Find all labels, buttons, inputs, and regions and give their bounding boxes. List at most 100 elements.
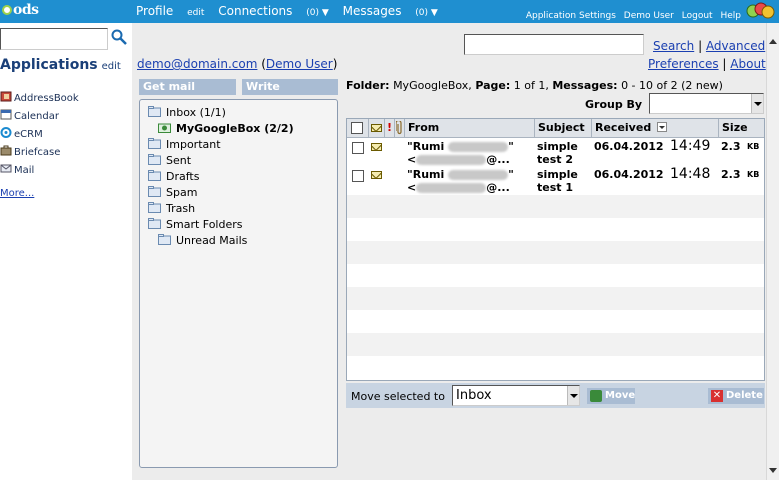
nav-profile[interactable]: Profile edit	[136, 4, 204, 18]
empty-row	[347, 218, 764, 241]
message-time: 14:48	[670, 166, 711, 182]
app-addressbook[interactable]: AddressBook	[0, 91, 79, 104]
addressbook-icon	[0, 91, 12, 102]
mail-search-input[interactable]	[464, 34, 644, 55]
priority-header[interactable]: !	[385, 119, 395, 138]
folder-mygooglebox[interactable]: MyGoogleBox (2/2)	[158, 122, 294, 135]
sort-desc-icon[interactable]	[657, 122, 668, 132]
folder-icon	[148, 186, 161, 197]
folder-drafts[interactable]: Drafts	[148, 170, 199, 183]
empty-row	[347, 333, 764, 356]
applications-edit-link[interactable]: edit	[102, 61, 121, 72]
app-ecrm[interactable]: eCRM	[0, 127, 43, 140]
move-icon	[590, 390, 602, 402]
message-subject: simple	[537, 140, 578, 153]
write-button[interactable]: Write	[242, 79, 338, 95]
app-mail[interactable]: Mail	[0, 163, 34, 176]
app-calendar[interactable]: Calendar	[0, 109, 59, 122]
size-header[interactable]: Size	[719, 119, 765, 138]
scroll-down-icon[interactable]	[769, 468, 777, 473]
envelope-icon	[371, 143, 382, 151]
attachment-header[interactable]	[395, 119, 405, 138]
select-all-cell	[347, 119, 369, 138]
message-date: 06.04.2012	[594, 168, 664, 181]
search-links: Search | Advanced	[653, 39, 766, 53]
envelope-icon	[371, 171, 382, 179]
left-sidebar: Applications edit AddressBook Calendar eC…	[0, 23, 132, 480]
calendar-icon	[0, 109, 12, 120]
about-link[interactable]: About	[730, 57, 765, 71]
folder-unread-mails[interactable]: Unread Mails	[158, 234, 247, 247]
move-label: Move selected to	[351, 390, 445, 403]
people-icon[interactable]	[745, 2, 775, 21]
folder-icon	[148, 106, 161, 117]
message-date: 06.04.2012	[594, 140, 664, 153]
message-list-header: ! From Subject Received Size	[347, 119, 764, 138]
help-link[interactable]: Help	[720, 11, 741, 21]
message-from: "Rumi "	[407, 140, 514, 153]
folder-icon	[158, 234, 171, 245]
preferences-link[interactable]: Preferences	[648, 57, 719, 71]
message-size: 2.3	[721, 168, 741, 181]
folder-icon	[148, 138, 161, 149]
user-name-link[interactable]: Demo User	[266, 57, 333, 71]
top-links: Application Settings Demo User Logout He…	[521, 11, 741, 21]
group-by-select[interactable]	[649, 93, 764, 114]
nav-messages[interactable]: Messages (0) ▼	[343, 4, 438, 18]
advanced-link[interactable]: Advanced	[706, 39, 765, 53]
search-icon[interactable]	[111, 29, 127, 45]
demo-user-link[interactable]: Demo User	[624, 11, 674, 21]
folder-info: Folder: MyGoogleBox, Page: 1 of 1, Messa…	[346, 79, 723, 92]
empty-row	[347, 310, 764, 333]
chevron-down-icon[interactable]	[751, 94, 763, 113]
row-checkbox[interactable]	[352, 142, 364, 154]
paperclip-icon	[395, 119, 402, 135]
chevron-down-icon[interactable]	[567, 386, 579, 405]
folder-sent[interactable]: Sent	[148, 154, 191, 167]
row-checkbox[interactable]	[352, 170, 364, 182]
search-link[interactable]: Search	[653, 39, 694, 53]
nav-connections[interactable]: Connections (0) ▼	[218, 4, 329, 18]
page-scrollbar[interactable]	[766, 23, 779, 480]
preference-links: Preferences | About	[648, 57, 766, 71]
folder-important[interactable]: Important	[148, 138, 221, 151]
group-by-label: Group By	[585, 98, 643, 111]
folder-open-icon	[158, 123, 171, 133]
empty-row	[347, 264, 764, 287]
top-bar: ods Profile edit Connections (0) ▼ Messa…	[0, 0, 779, 23]
logout-link[interactable]: Logout	[682, 11, 713, 21]
move-folder-select[interactable]: Inbox	[452, 385, 580, 406]
application-settings-link[interactable]: Application Settings	[526, 11, 616, 21]
ecrm-icon	[0, 127, 12, 138]
scroll-up-icon[interactable]	[769, 39, 777, 44]
briefcase-icon	[0, 145, 12, 156]
message-size-unit: KB	[747, 142, 760, 151]
message-from-address: < @...	[407, 153, 510, 166]
envelope-icon	[371, 124, 382, 132]
empty-row	[347, 287, 764, 310]
folder-smart-folders[interactable]: Smart Folders	[148, 218, 243, 231]
read-status-header[interactable]	[369, 119, 385, 138]
folder-inbox[interactable]: Inbox (1/1)	[148, 106, 226, 119]
received-header[interactable]: Received	[592, 119, 719, 138]
more-apps-link[interactable]: More...	[0, 188, 34, 199]
app-briefcase[interactable]: Briefcase	[0, 145, 60, 158]
subject-header[interactable]: Subject	[535, 119, 592, 138]
get-mail-button[interactable]: Get mail	[139, 79, 236, 95]
message-size: 2.3	[721, 140, 741, 153]
top-nav: Profile edit Connections (0) ▼ Messages …	[136, 4, 448, 18]
folder-trash[interactable]: Trash	[148, 202, 195, 215]
folder-icon	[148, 218, 161, 229]
from-header[interactable]: From	[405, 119, 535, 138]
message-from: "Rumi "	[407, 168, 514, 181]
message-subject-line2: test 2	[537, 153, 574, 166]
sidebar-search-input[interactable]	[0, 28, 108, 50]
folder-spam[interactable]: Spam	[148, 186, 197, 199]
message-subject: simple	[537, 168, 578, 181]
select-all-checkbox[interactable]	[351, 122, 363, 134]
move-button[interactable]: Move	[587, 388, 635, 404]
ods-logo[interactable]: ods	[2, 2, 39, 18]
delete-button[interactable]: ✕ Delete	[708, 388, 764, 404]
user-email-link[interactable]: demo@domain.com	[137, 57, 257, 71]
message-from-address: < @...	[407, 181, 510, 194]
